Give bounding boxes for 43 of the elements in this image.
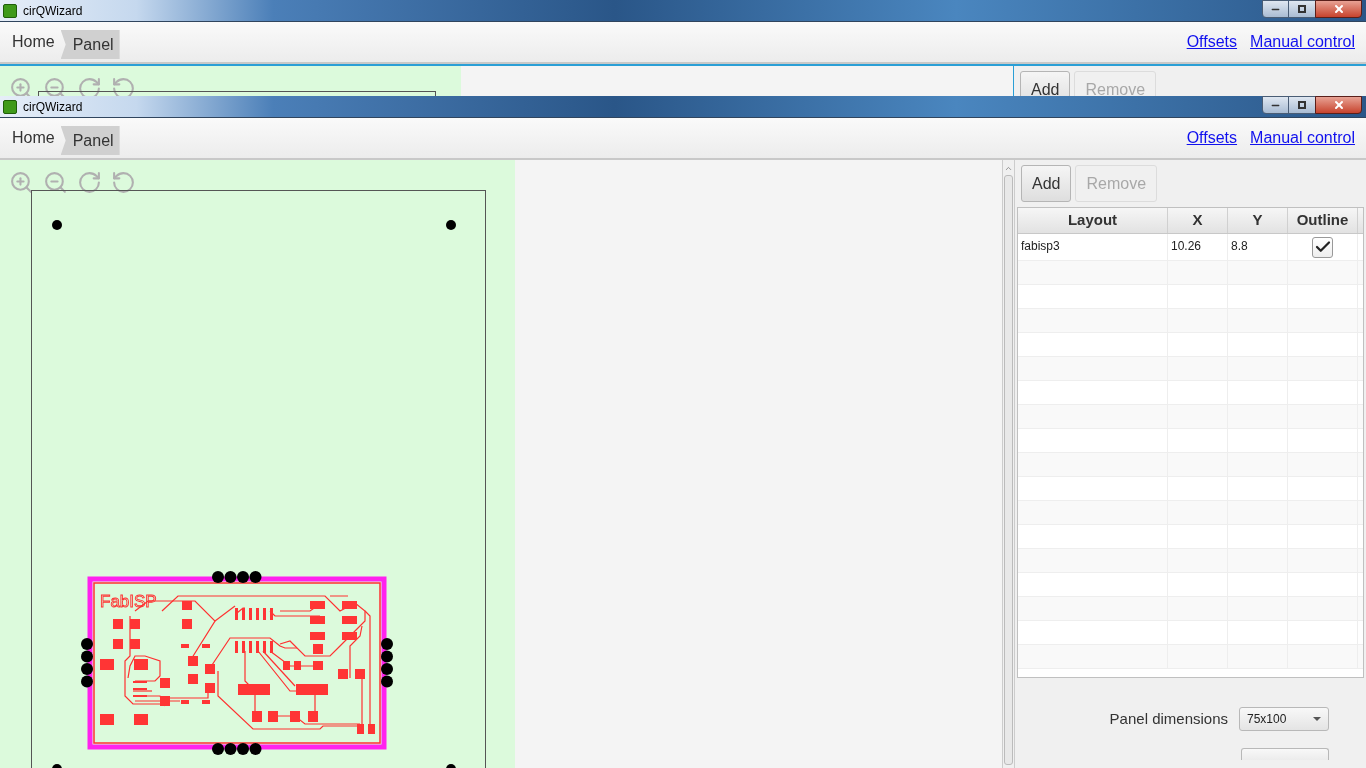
- window-title: cirQWizard: [23, 98, 83, 116]
- field-label: Panel dimensions: [1109, 708, 1228, 729]
- column-header[interactable]: X: [1168, 208, 1228, 233]
- minimize-button[interactable]: [1262, 0, 1289, 18]
- close-button[interactable]: [1315, 96, 1362, 114]
- corner-hole: [446, 220, 456, 230]
- minimize-button[interactable]: [1262, 96, 1289, 114]
- table-cell: 8.8: [1228, 234, 1288, 260]
- scrollbar[interactable]: [1002, 160, 1015, 768]
- restore-button[interactable]: [1289, 0, 1315, 18]
- column-header[interactable]: Layout: [1018, 208, 1168, 233]
- toolbar-button[interactable]: Add: [1020, 71, 1071, 96]
- restore-icon: [1298, 5, 1306, 13]
- nav-link[interactable]: Manual control: [1250, 126, 1355, 150]
- close-button[interactable]: [1315, 0, 1362, 18]
- rotate-clockwise-icon[interactable]: [77, 76, 102, 96]
- zoom-out-icon[interactable]: [43, 170, 68, 195]
- column-header[interactable]: Outline: [1288, 208, 1358, 233]
- rotate-counterclockwise-icon[interactable]: [111, 76, 136, 96]
- toolbar-button[interactable]: Add: [1021, 165, 1072, 202]
- outline-checkbox[interactable]: [1312, 236, 1333, 258]
- dimensions-dropdown[interactable]: 75x100: [1239, 707, 1329, 731]
- nav-link[interactable]: Manual control: [1250, 30, 1355, 54]
- close-icon: [1332, 99, 1345, 111]
- breadcrumb-item[interactable]: Home: [12, 27, 61, 57]
- nav-link[interactable]: Offsets: [1186, 126, 1238, 150]
- close-icon: [1332, 3, 1345, 15]
- restore-icon: [1298, 101, 1306, 109]
- breadcrumb-item[interactable]: Panel: [60, 30, 120, 59]
- breadcrumb-item[interactable]: Panel: [60, 126, 120, 155]
- restore-button[interactable]: [1289, 96, 1315, 114]
- breadcrumb-item[interactable]: Home: [12, 123, 61, 153]
- table-cell: fabisp3: [1018, 234, 1168, 260]
- nav-link[interactable]: Offsets: [1186, 30, 1238, 54]
- window-title: cirQWizard: [23, 2, 83, 20]
- table-cell: 10.26: [1168, 234, 1228, 260]
- app-icon: [3, 3, 17, 18]
- column-header[interactable]: Y: [1228, 208, 1288, 233]
- corner-hole: [52, 220, 62, 230]
- rotate-clockwise-icon[interactable]: [77, 170, 102, 195]
- caret-icon: [1313, 717, 1321, 721]
- app-icon: [3, 99, 17, 114]
- rotate-counterclockwise-icon[interactable]: [111, 170, 136, 195]
